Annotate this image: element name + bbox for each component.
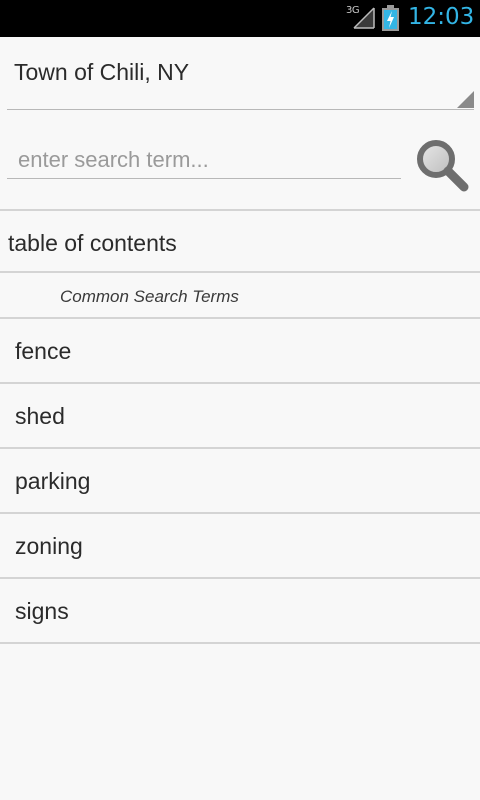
search-button[interactable] (412, 135, 472, 195)
status-bar: 3G 12:03 (0, 0, 480, 37)
term-item-parking[interactable]: parking (0, 449, 480, 514)
term-label: parking (15, 468, 91, 494)
location-spinner-value: Town of Chili, NY (14, 59, 190, 85)
term-item-signs[interactable]: signs (0, 579, 480, 644)
main-content: Town of Chili, NY table of contents Comm… (0, 37, 480, 800)
section-header-label: Common Search Terms (60, 287, 239, 306)
table-of-contents-label: table of contents (8, 230, 177, 256)
term-item-fence[interactable]: fence (0, 319, 480, 384)
location-spinner[interactable]: Town of Chili, NY (7, 37, 474, 110)
term-label: signs (15, 598, 69, 624)
dropdown-arrow-icon (457, 91, 474, 108)
search-input[interactable] (7, 141, 401, 179)
term-label: shed (15, 403, 65, 429)
term-item-zoning[interactable]: zoning (0, 514, 480, 579)
common-terms-list: fence shed parking zoning signs (0, 319, 480, 644)
battery-charging-icon (382, 5, 399, 31)
term-item-shed[interactable]: shed (0, 384, 480, 449)
table-of-contents-item[interactable]: table of contents (0, 209, 480, 273)
term-label: fence (15, 338, 72, 364)
status-clock: 12:03 (408, 4, 475, 30)
signal-icon (353, 7, 375, 29)
search-icon (417, 140, 469, 192)
common-search-terms-header: Common Search Terms (0, 273, 480, 319)
search-row (0, 129, 480, 209)
term-label: zoning (15, 533, 83, 559)
